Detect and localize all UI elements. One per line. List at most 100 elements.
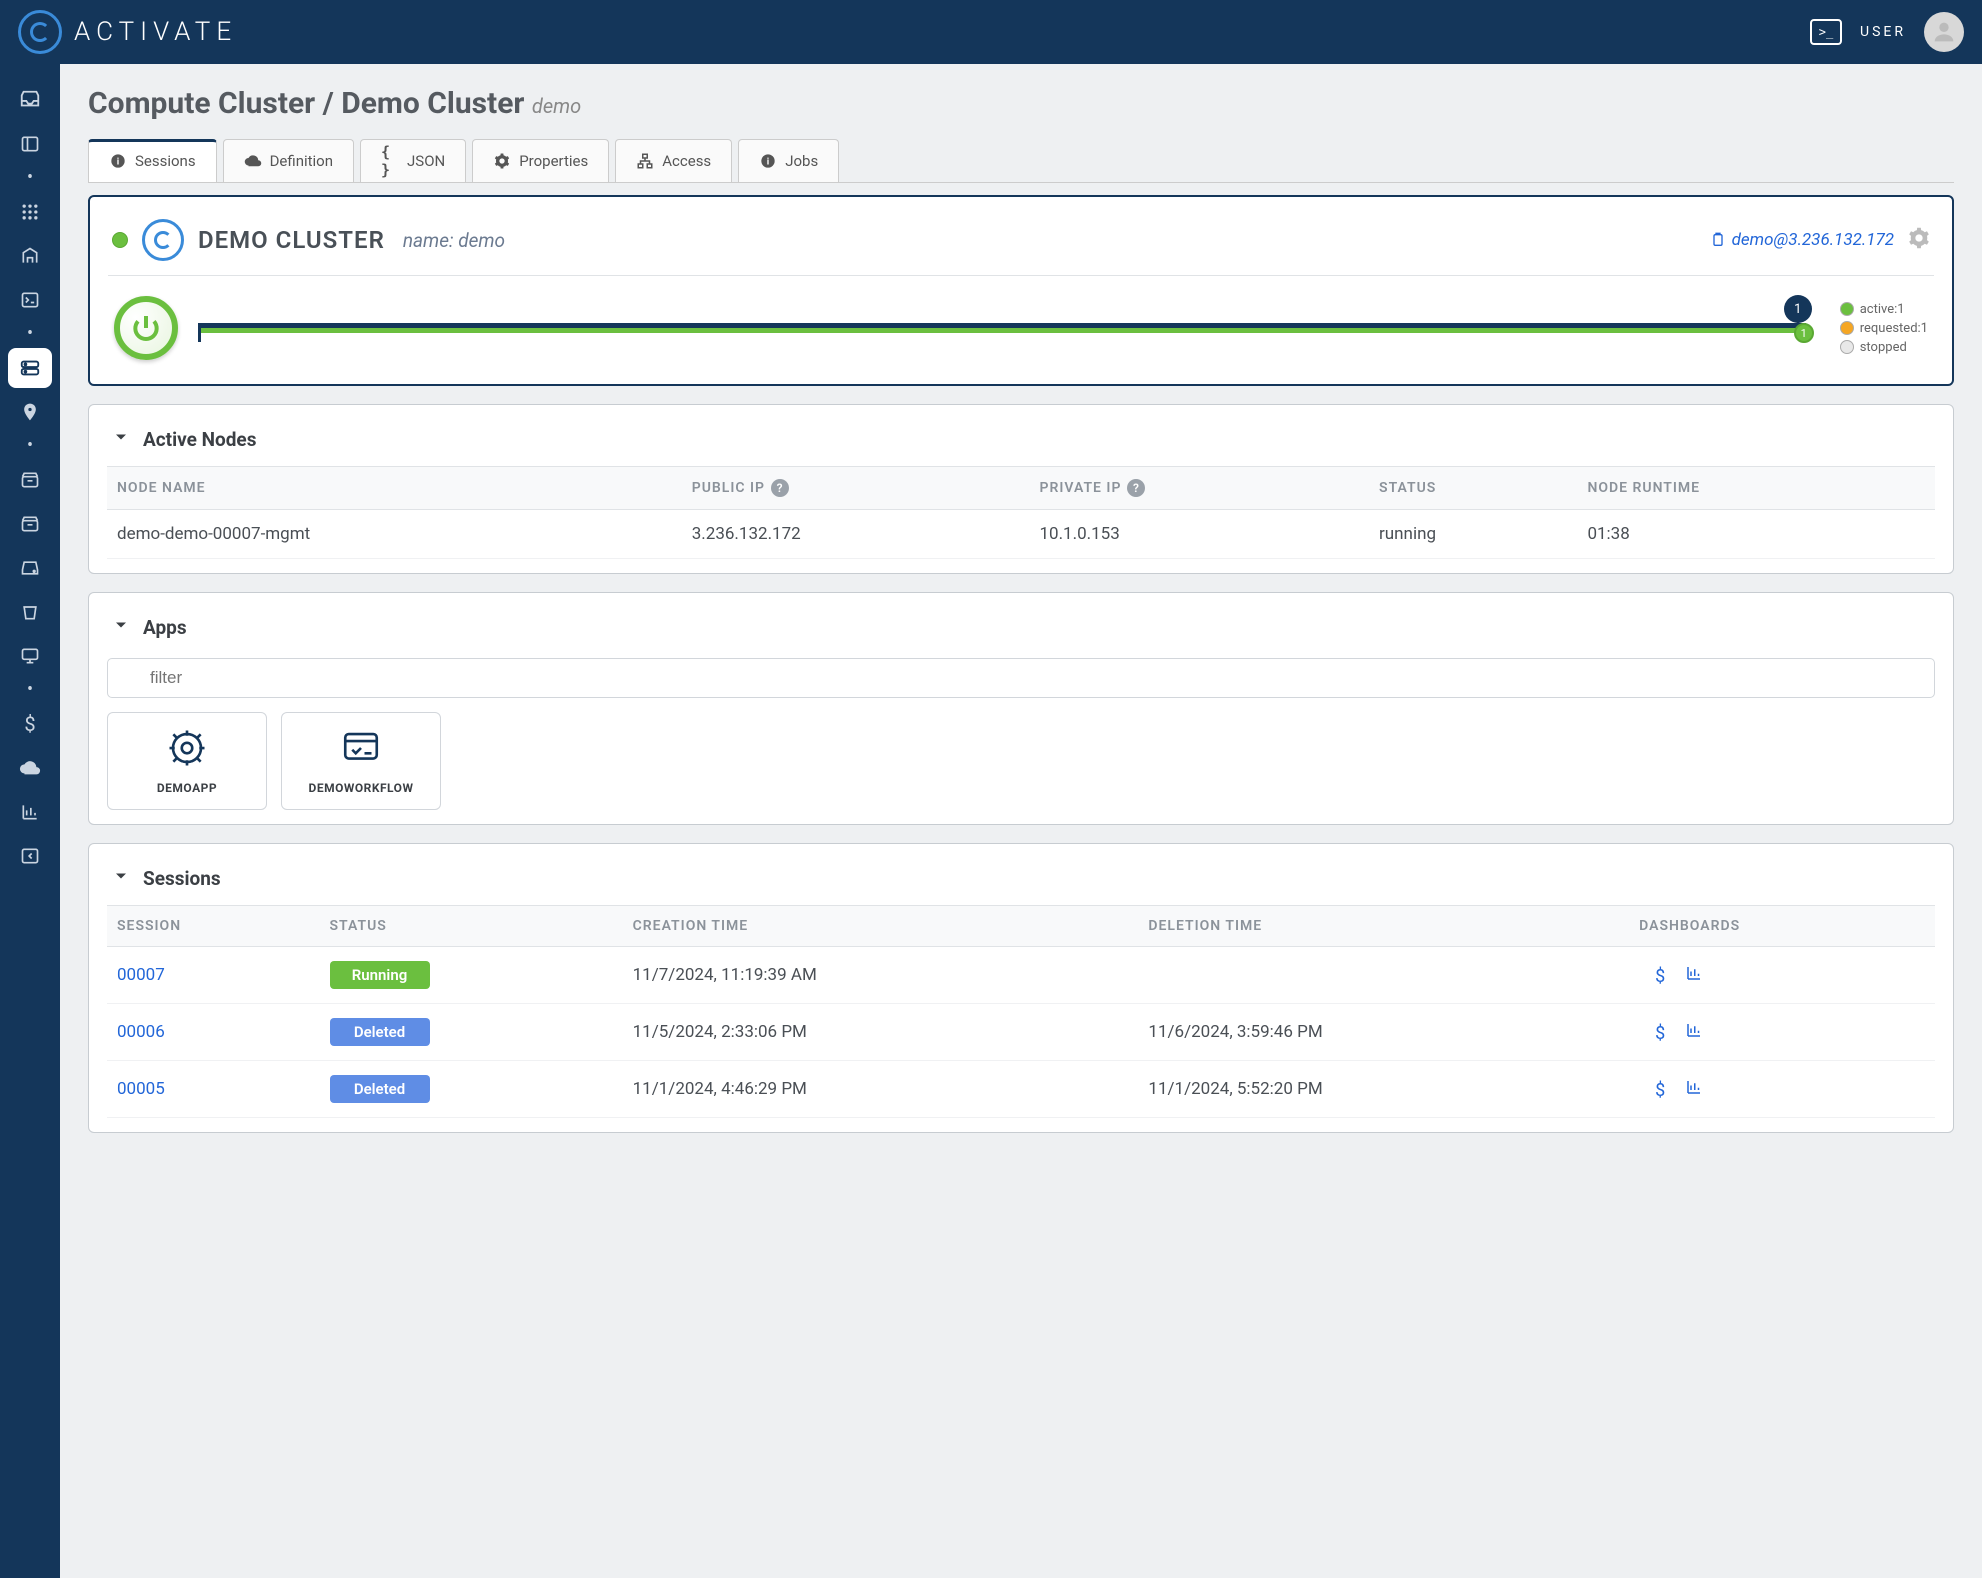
svg-text:i: i: [117, 156, 119, 167]
logo-icon: [18, 10, 62, 54]
creation-time: 11/7/2024, 11:19:39 AM: [623, 947, 1139, 1004]
app-icon: [166, 727, 208, 773]
session-id-link[interactable]: 00005: [117, 1079, 165, 1099]
dollar-icon[interactable]: $: [1655, 966, 1665, 987]
avatar[interactable]: [1924, 12, 1964, 52]
cluster-panel: DEMO CLUSTER name: demo demo@3.236.132.1…: [88, 195, 1954, 386]
help-icon[interactable]: ?: [771, 479, 789, 497]
sidebar-monitor-icon[interactable]: [8, 636, 52, 676]
table-row: 00007 Running 11/7/2024, 11:19:39 AM $: [107, 947, 1935, 1004]
section-title: Sessions: [143, 867, 221, 890]
slider-marker-requested: 1: [1794, 323, 1814, 343]
session-id-link[interactable]: 00006: [117, 1022, 165, 1042]
session-id-link[interactable]: 00007: [117, 965, 165, 985]
sidebar-chart-icon[interactable]: [8, 792, 52, 832]
private-ip: 10.1.0.153: [1029, 510, 1369, 559]
app-label: DEMOAPP: [157, 781, 217, 795]
sidebar-location-icon[interactable]: [8, 392, 52, 432]
sidebar-cloud-icon[interactable]: [8, 748, 52, 788]
node-slider[interactable]: 1 1: [198, 308, 1806, 348]
dollar-icon[interactable]: $: [1655, 1023, 1665, 1044]
topbar: ACTIVATE >_ USER: [0, 0, 1982, 64]
tab-access[interactable]: Access: [615, 139, 732, 182]
chart-icon[interactable]: [1685, 966, 1703, 987]
braces-icon: { }: [381, 152, 399, 170]
tab-json[interactable]: { }JSON: [360, 139, 466, 182]
sessions-panel: Sessions SESSION STATUS CREATION TIME DE…: [88, 843, 1954, 1133]
sidebar-server-icon[interactable]: [8, 348, 52, 388]
sidebar: • • • • $: [0, 64, 60, 1578]
power-button[interactable]: [114, 296, 178, 360]
chart-icon[interactable]: [1685, 1080, 1703, 1101]
sidebar-grid-icon[interactable]: [8, 192, 52, 232]
settings-gear-icon[interactable]: [1908, 227, 1930, 253]
chart-icon[interactable]: [1685, 1023, 1703, 1044]
legend-dot-icon: [1840, 302, 1854, 316]
sidebar-archive-icon[interactable]: [8, 460, 52, 500]
sidebar-inbox-icon[interactable]: [8, 80, 52, 120]
deletion-time: 11/6/2024, 3:59:46 PM: [1138, 1004, 1629, 1061]
help-icon[interactable]: ?: [1127, 479, 1145, 497]
sidebar-divider: •: [27, 442, 33, 450]
col-dashboards: DASHBOARDS: [1629, 906, 1935, 947]
cluster-logo-icon: [142, 219, 184, 261]
legend: active:1 requested:1 stopped: [1840, 302, 1928, 355]
tab-jobs[interactable]: iJobs: [738, 139, 839, 182]
col-deletion: DELETION TIME: [1138, 906, 1629, 947]
sidebar-building-icon[interactable]: [8, 236, 52, 276]
tab-definition[interactable]: Definition: [223, 139, 354, 182]
nodes-table: NODE NAME PUBLIC IP? PRIVATE IP? STATUS …: [107, 466, 1935, 559]
node-runtime: 01:38: [1577, 510, 1935, 559]
app-card[interactable]: DEMOAPP: [107, 712, 267, 810]
page-title: Compute Cluster / Demo Cluster demo: [88, 86, 1954, 121]
clipboard-icon: [1710, 232, 1726, 248]
sidebar-bucket-icon[interactable]: [8, 592, 52, 632]
col-public-ip: PUBLIC IP?: [682, 467, 1030, 510]
sidebar-archive2-icon[interactable]: [8, 504, 52, 544]
status-badge: Deleted: [330, 1075, 430, 1103]
sidebar-disk-icon[interactable]: [8, 548, 52, 588]
sidebar-panel-icon[interactable]: [8, 124, 52, 164]
gear-icon: [493, 152, 511, 170]
sidebar-divider: •: [27, 686, 33, 694]
tabs: iSessions Definition { }JSON Properties …: [88, 139, 1954, 183]
info-icon: i: [759, 152, 777, 170]
tab-sessions[interactable]: iSessions: [88, 139, 217, 182]
col-private-ip: PRIVATE IP?: [1029, 467, 1369, 510]
user-label[interactable]: USER: [1860, 24, 1906, 40]
slider-marker-active: 1: [1784, 295, 1812, 323]
dollar-icon[interactable]: $: [1655, 1080, 1665, 1101]
status-badge: Deleted: [330, 1018, 430, 1046]
cluster-subtitle: name: demo: [403, 229, 505, 252]
section-title: Apps: [143, 616, 187, 639]
creation-time: 11/1/2024, 4:46:29 PM: [623, 1061, 1139, 1118]
network-icon: [636, 152, 654, 170]
sidebar-terminal-icon[interactable]: [8, 280, 52, 320]
cloud-icon: [244, 152, 262, 170]
app-card[interactable]: DEMOWORKFLOW: [281, 712, 441, 810]
apps-panel: Apps DEMOAPP DEMOWORKFLOW: [88, 592, 1954, 825]
cluster-title: DEMO CLUSTER: [198, 226, 385, 254]
sidebar-dollar-icon[interactable]: $: [8, 704, 52, 744]
legend-dot-icon: [1840, 321, 1854, 335]
power-icon: [130, 312, 162, 344]
breadcrumb: Compute Cluster / Demo Cluster: [88, 86, 524, 121]
col-creation: CREATION TIME: [623, 906, 1139, 947]
active-nodes-panel: Active Nodes NODE NAME PUBLIC IP? PRIVAT…: [88, 404, 1954, 574]
chevron-down-icon[interactable]: [111, 615, 131, 640]
node-status: running: [1369, 510, 1577, 559]
brand-logo: ACTIVATE: [18, 10, 237, 54]
sidebar-collapse-icon[interactable]: [8, 836, 52, 876]
ssh-link[interactable]: demo@3.236.132.172: [1710, 230, 1894, 250]
filter-input[interactable]: [107, 658, 1935, 698]
tab-properties[interactable]: Properties: [472, 139, 609, 182]
content: Compute Cluster / Demo Cluster demo iSes…: [60, 64, 1982, 1578]
node-name: demo-demo-00007-mgmt: [107, 510, 682, 559]
info-icon: i: [109, 152, 127, 170]
col-status: STATUS: [1369, 467, 1577, 510]
terminal-icon[interactable]: >_: [1810, 19, 1842, 45]
app-icon: [340, 727, 382, 773]
chevron-down-icon[interactable]: [111, 866, 131, 891]
chevron-down-icon[interactable]: [111, 427, 131, 452]
sidebar-divider: •: [27, 330, 33, 338]
